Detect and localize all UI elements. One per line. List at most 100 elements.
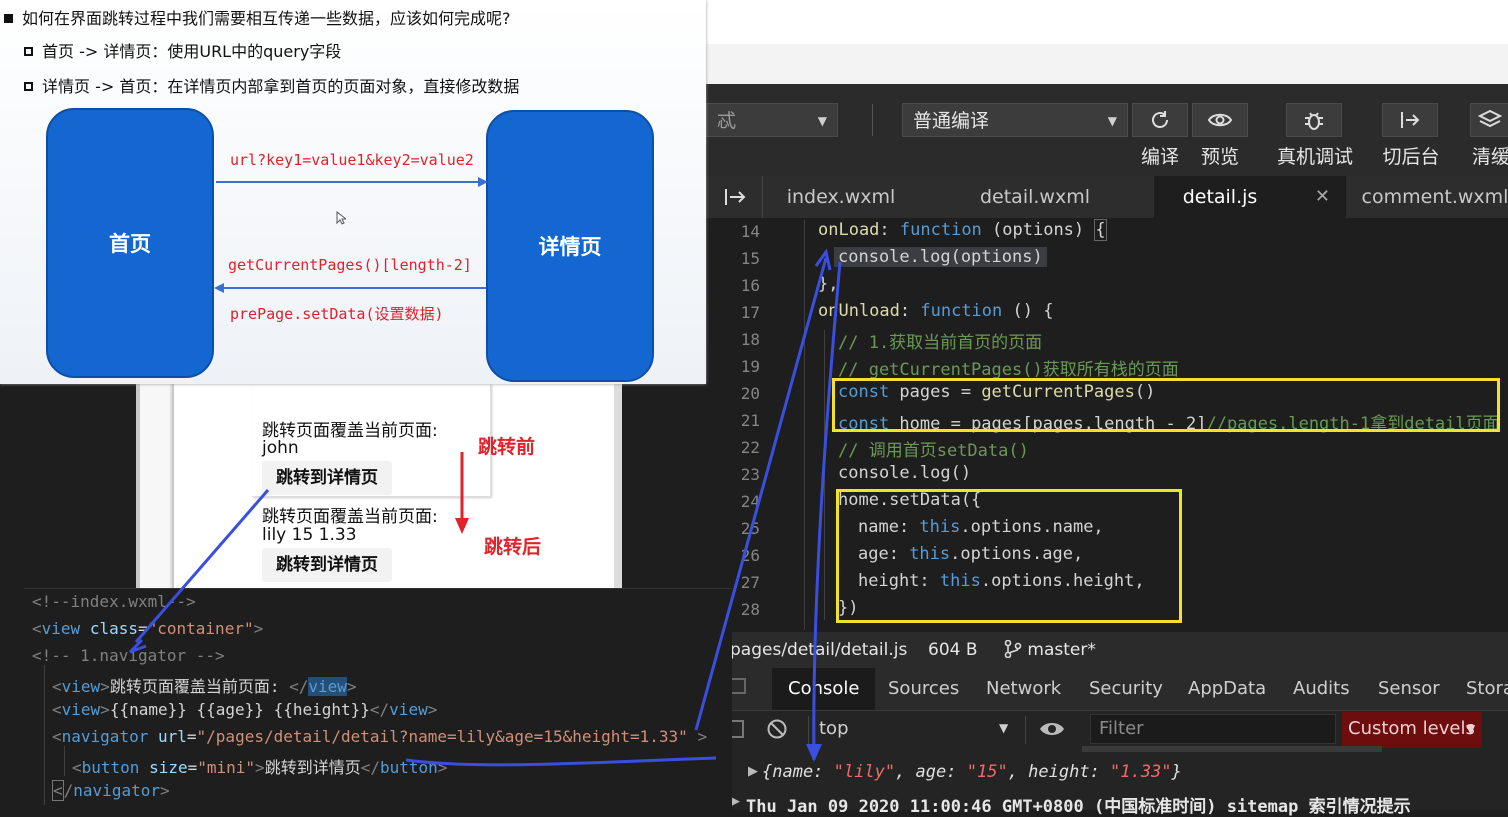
log-levels-select[interactable]: Custom levels ▼ bbox=[1342, 712, 1482, 748]
bullet-box-icon bbox=[24, 47, 33, 56]
goto-detail-button-after[interactable]: 跳转到详情页 bbox=[262, 548, 392, 582]
clear-cache-label: 清缓 bbox=[1472, 146, 1508, 168]
code-line-22: // 调用首页setData() bbox=[838, 441, 1029, 461]
expand-arrow-icon[interactable]: ▶ bbox=[748, 764, 758, 779]
tab-appdata[interactable]: AppData bbox=[1188, 668, 1266, 710]
line-number: 23 bbox=[740, 465, 760, 484]
tab-detail-js[interactable]: detail.js ✕ bbox=[1154, 176, 1346, 218]
line-number: 26 bbox=[740, 546, 760, 565]
line-number: 20 bbox=[740, 384, 760, 403]
wxml-line-8: </navigator> bbox=[52, 780, 170, 801]
cursor-icon bbox=[336, 211, 346, 225]
slide-bullet-2-text: 详情页 -> 首页：在详情页内部拿到首页的页面对象，直接修改数据 bbox=[42, 77, 520, 96]
url-query-label: url?key1=value1&key2=value2 bbox=[230, 151, 474, 169]
line-number: 22 bbox=[740, 438, 760, 457]
tab-detail-wxml[interactable]: detail.wxml bbox=[960, 176, 1110, 218]
setdata-label: prePage.setData(设置数据) bbox=[230, 305, 444, 323]
line-number: 16 bbox=[740, 276, 760, 295]
bug-icon bbox=[1305, 112, 1323, 130]
tab-security[interactable]: Security bbox=[1089, 668, 1163, 710]
right-arrow-icon bbox=[216, 177, 488, 187]
close-icon[interactable]: ✕ bbox=[1315, 176, 1330, 218]
console-filter-input[interactable]: Filter bbox=[1090, 714, 1336, 744]
preview-label: 预览 bbox=[1200, 146, 1239, 168]
tab-audits[interactable]: Audits bbox=[1293, 668, 1350, 710]
filter-placeholder: Filter bbox=[1099, 718, 1144, 739]
home-page-box: 首页 bbox=[46, 108, 214, 378]
clear-cache-button[interactable] bbox=[1470, 103, 1508, 137]
log-value-height: "1.33" bbox=[1110, 762, 1172, 782]
wxml-line-5-text: {{name}} {{age}} {{height}} bbox=[109, 700, 370, 719]
indent-guide bbox=[824, 330, 825, 620]
phone-text-line2: 跳转页面覆盖当前页面: bbox=[262, 507, 438, 527]
tab-comment-wxml[interactable]: comment.wxml bbox=[1350, 176, 1508, 218]
sidebar-icon[interactable] bbox=[730, 720, 744, 738]
preview-button[interactable] bbox=[1192, 103, 1248, 137]
tab-label: detail.wxml bbox=[979, 186, 1090, 208]
wxml-comment-2: <!-- 1.navigator --> bbox=[32, 646, 225, 665]
code-line-18: // 1.获取当前首页的页面 bbox=[838, 333, 1043, 353]
context-select[interactable]: top ▼ bbox=[808, 716, 1026, 744]
line-number: 21 bbox=[740, 411, 760, 430]
wxml-line-5: <view>{{name}} {{age}} {{height}}</view> bbox=[52, 700, 438, 719]
line-number: 25 bbox=[740, 519, 760, 538]
log-key-age: , age: bbox=[895, 762, 967, 782]
tab-index-wxml[interactable]: index.wxml bbox=[762, 176, 920, 218]
phone-frame-inner bbox=[140, 384, 172, 592]
log-value-name: "lily" bbox=[833, 762, 896, 782]
home-page-label: 首页 bbox=[109, 232, 151, 256]
console-log-entry[interactable]: {name: "lily", age: "15", height: "1.33"… bbox=[762, 762, 1182, 782]
wxml-line-4: <view>跳转页面覆盖当前页面: </view> bbox=[52, 677, 357, 696]
slide-bullet-1-text: 首页 -> 详情页：使用URL中的query字段 bbox=[42, 42, 342, 61]
tab-sensor[interactable]: Sensor bbox=[1378, 668, 1440, 710]
phone-frame-right bbox=[614, 384, 622, 592]
compile-button[interactable] bbox=[1132, 103, 1188, 137]
file-size: 604 B bbox=[928, 640, 978, 660]
refresh-icon bbox=[1152, 111, 1168, 128]
goto-detail-button-before[interactable]: 跳转到详情页 bbox=[262, 461, 392, 495]
wxml-comment-1: <!--index.wxml--> bbox=[32, 592, 196, 611]
wxml-url-value: "/pages/detail/detail?name=lily&age=15&h… bbox=[196, 727, 688, 746]
toolbar-divider bbox=[872, 104, 873, 136]
mode-select[interactable]: 忒 ▼ bbox=[706, 103, 838, 137]
get-current-pages-label: getCurrentPages()[length-2] bbox=[228, 256, 472, 274]
down-arrow-icon bbox=[455, 452, 469, 534]
label-before: 跳转前 bbox=[478, 436, 536, 458]
ide-title-stripe bbox=[706, 44, 1508, 84]
git-branch-icon bbox=[1004, 639, 1022, 659]
indent-guide bbox=[44, 665, 45, 805]
line-number: 17 bbox=[740, 303, 760, 322]
eye-icon[interactable] bbox=[1038, 718, 1066, 740]
tab-network[interactable]: Network bbox=[986, 668, 1061, 710]
slide-title: 如何在界面跳转过程中我们需要相互传递一些数据，应该如何完成呢? bbox=[4, 5, 511, 29]
tab-console[interactable]: Console bbox=[772, 668, 876, 710]
switch-icon bbox=[1401, 112, 1420, 128]
background-switch-button[interactable] bbox=[1382, 103, 1438, 137]
compile-mode-select[interactable]: 普通编译 ▼ bbox=[902, 103, 1128, 137]
inspect-icon[interactable] bbox=[730, 678, 746, 694]
tab-label: index.wxml bbox=[786, 186, 896, 208]
context-value: top bbox=[819, 718, 849, 739]
bullet-box-icon bbox=[24, 82, 33, 91]
bullet-square-icon bbox=[4, 14, 13, 23]
phone-name-before: john bbox=[262, 438, 299, 458]
highlight-box-get-pages bbox=[832, 378, 1500, 432]
highlight-box-setdata bbox=[836, 489, 1182, 623]
code-line-15: console.log(options) bbox=[834, 247, 1047, 267]
slide-bullet-2: 详情页 -> 首页：在详情页内部拿到首页的页面对象，直接修改数据 bbox=[24, 73, 519, 97]
log-levels-label: Custom levels bbox=[1348, 718, 1475, 739]
tab-storage[interactable]: Stora bbox=[1466, 668, 1508, 710]
git-branch[interactable]: master* bbox=[1004, 639, 1096, 660]
chevron-down-icon: ▼ bbox=[1107, 114, 1117, 128]
compile-label: 编译 bbox=[1140, 146, 1179, 168]
label-after: 跳转后 bbox=[484, 536, 542, 558]
tab-sources[interactable]: Sources bbox=[888, 668, 959, 710]
remote-debug-button[interactable] bbox=[1286, 103, 1342, 137]
chevron-down-icon: ▼ bbox=[999, 721, 1009, 735]
detail-page-box: 详情页 bbox=[486, 110, 654, 382]
toggle-sidebar-button[interactable] bbox=[712, 176, 763, 218]
log-key-height: , height: bbox=[1007, 762, 1111, 782]
detail-page-label: 详情页 bbox=[538, 235, 602, 259]
clear-console-icon[interactable] bbox=[766, 718, 788, 740]
line-number: 19 bbox=[740, 357, 760, 376]
